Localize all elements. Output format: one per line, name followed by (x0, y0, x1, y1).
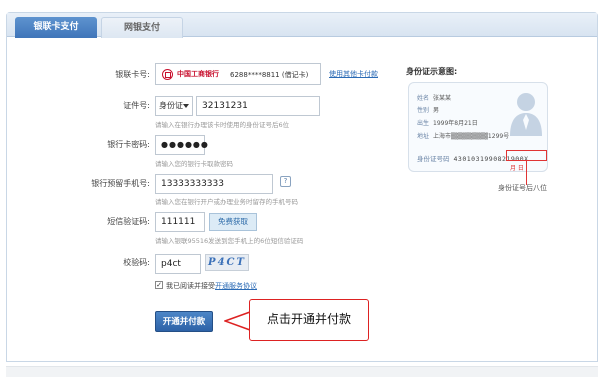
idcard-caption: 身份证号后八位 (498, 184, 547, 192)
card-number-label: 银联卡号: (115, 70, 150, 79)
sms-hint: 请输入银联95516发送到您手机上的6位短信验证码 (155, 237, 304, 245)
open-and-pay-button[interactable]: 开通并付款 (155, 311, 213, 332)
idcard-address-row: 地址 上海市▒▒▒▒▒▒▒▒1299号 (417, 133, 510, 140)
agree-checkbox[interactable]: ✓ (155, 281, 163, 289)
idcard-date-mark: 月 日 (510, 165, 524, 172)
agree-label: 我已阅读并接受 (166, 282, 215, 290)
get-sms-code-button[interactable]: 免费获取 (209, 213, 257, 231)
bank-name: 中国工商银行 (177, 70, 219, 78)
phone-label: 银行预留手机号: (91, 179, 150, 188)
tab-online-banking[interactable]: 网银支付 (101, 17, 183, 38)
sms-label: 短信验证码: (107, 217, 150, 226)
bottom-bar (6, 366, 598, 377)
phone-input[interactable]: 13333333333 (155, 174, 273, 194)
person-silhouette-icon (510, 93, 542, 136)
highlight-connector (526, 161, 527, 185)
callout-pointer-icon (224, 310, 251, 332)
callout-box: 点击开通并付款 (249, 299, 369, 341)
password-label: 银行卡密码: (107, 140, 150, 149)
tab-bar: 银联卡支付 网银支付 (7, 13, 597, 38)
captcha-image[interactable]: P4CT (205, 254, 249, 271)
card-number-field[interactable]: 中国工商银行 6288****8811 (借记卡) (155, 63, 321, 85)
idcard-sex-row: 性别男 (417, 107, 440, 114)
card-number-value: 6288****8811 (借记卡) (230, 71, 309, 79)
id-type-value: 身份证 (159, 101, 183, 110)
sms-code-input[interactable]: 111111 (155, 212, 205, 232)
idcard-title: 身份证示意图: (406, 67, 458, 76)
id-label: 证件号: (123, 101, 150, 110)
captcha-label: 校验码: (123, 258, 150, 267)
idcard-birth-row: 出生 1999年8月21日 (417, 120, 478, 127)
idcard-name-row: 姓名 张某某 (417, 95, 452, 102)
service-agreement-link[interactable]: 开通服务协议 (215, 282, 257, 290)
phone-hint: 请输入您在银行开户或办理业务时留存的手机号码 (155, 198, 298, 206)
captcha-input[interactable]: p4ct (155, 254, 201, 274)
agree-text: 我已阅读并接受开通服务协议 (166, 281, 257, 291)
other-card-link[interactable]: 使用其他卡付款 (329, 69, 378, 79)
icbc-logo-icon (162, 69, 173, 80)
id-hint: 请输入在银行办理该卡时使用的身份证号后6位 (155, 121, 290, 129)
password-input[interactable]: ●●●●●● (155, 135, 208, 155)
id-type-select[interactable]: 身份证 (155, 96, 193, 116)
help-icon[interactable]: ? (280, 176, 291, 187)
tab-unionpay-card[interactable]: 银联卡支付 (15, 17, 97, 38)
id-number-input[interactable]: 32131231 (196, 96, 320, 116)
password-hint: 请输入您的银行卡取款密码 (155, 160, 233, 168)
chevron-down-icon (183, 104, 189, 108)
last-eight-digits-highlight (506, 150, 547, 161)
